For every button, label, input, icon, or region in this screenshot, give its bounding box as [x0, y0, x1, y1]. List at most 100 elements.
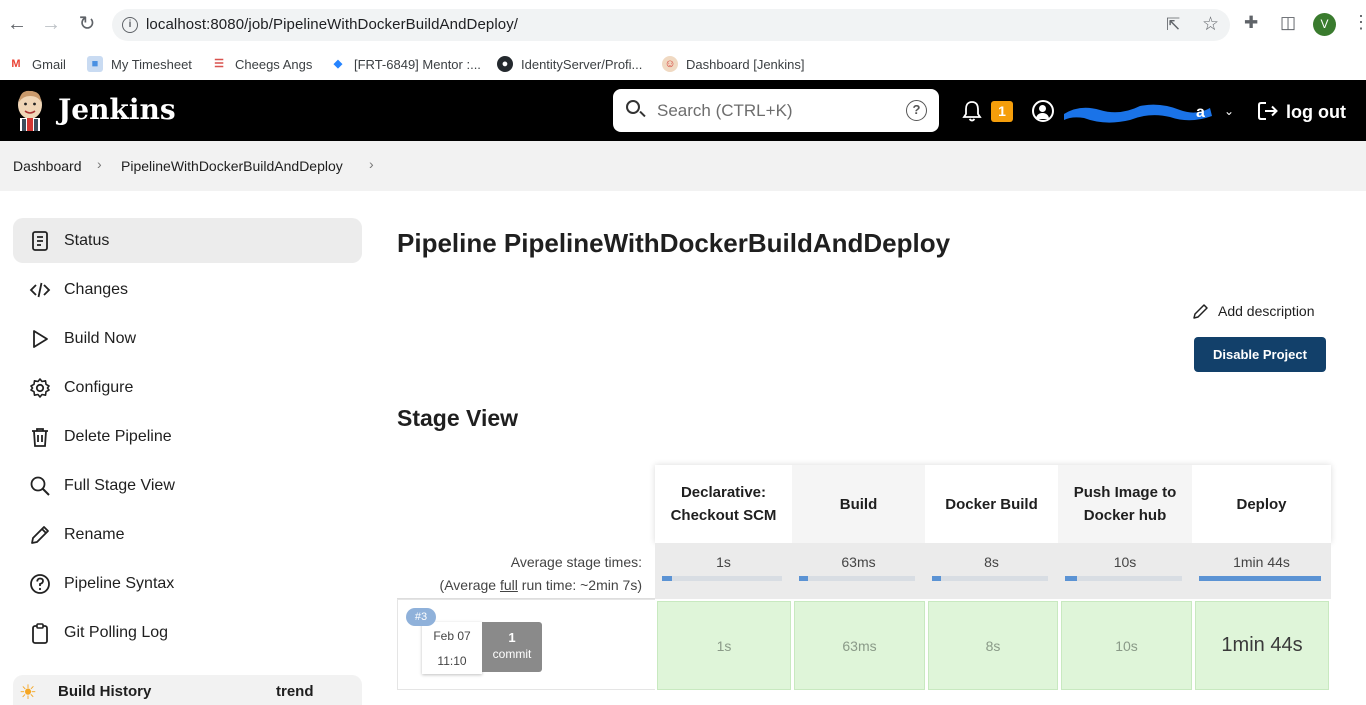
- bookmark-cheegs[interactable]: ☰ Cheegs Angs: [211, 53, 312, 75]
- back-icon[interactable]: ←: [6, 12, 28, 36]
- site-info-icon[interactable]: i: [122, 17, 138, 33]
- bookmark-github[interactable]: ● IdentityServer/Profi...: [497, 53, 642, 75]
- stage-result-cell[interactable]: 8s: [928, 601, 1058, 690]
- sidebar-item-label: Full Stage View: [64, 476, 175, 494]
- stage-average-bar: [662, 576, 782, 581]
- bookmark-star-icon[interactable]: ☆: [1202, 13, 1219, 36]
- avg-run-suffix: run time: ~2min 7s): [517, 577, 642, 593]
- bookmark-jenkins-dashboard[interactable]: ☺ Dashboard [Jenkins]: [662, 53, 805, 75]
- logout-icon[interactable]: [1257, 100, 1279, 122]
- sidebar-item-build-now[interactable]: Build Now: [13, 316, 362, 361]
- github-icon: ●: [497, 56, 513, 72]
- stage-header[interactable]: Push Image to Docker hub: [1058, 465, 1192, 543]
- sidebar-item-full-stage-view[interactable]: Full Stage View: [13, 463, 362, 508]
- search-help-icon[interactable]: ?: [906, 100, 927, 121]
- logout-link[interactable]: log out: [1286, 102, 1346, 123]
- build-date[interactable]: Feb 07 11:10: [422, 622, 482, 674]
- clipboard-icon: [28, 621, 52, 645]
- browser-menu-icon[interactable]: ⋮: [1352, 12, 1366, 33]
- sidebar-item-pipeline-syntax[interactable]: Pipeline Syntax: [13, 561, 362, 606]
- disable-project-button[interactable]: Disable Project: [1194, 337, 1326, 372]
- page-title: Pipeline PipelineWithDockerBuildAndDeplo…: [397, 228, 951, 258]
- jenkins-logo-icon[interactable]: [14, 88, 46, 132]
- sidebar-item-changes[interactable]: Changes: [13, 267, 362, 312]
- avg-run-prefix: (Average: [439, 577, 500, 593]
- stage-header[interactable]: Declarative: Checkout SCM: [655, 465, 792, 543]
- chevron-down-icon[interactable]: ⌄: [1224, 104, 1234, 118]
- bookmark-label: Dashboard [Jenkins]: [686, 56, 805, 72]
- bookmark-label: My Timesheet: [111, 56, 192, 72]
- search-icon: [28, 474, 52, 498]
- stage-result-cell[interactable]: 1min 44s: [1195, 601, 1329, 690]
- sidebar-item-status[interactable]: Status: [13, 218, 362, 263]
- gear-icon: [28, 376, 52, 400]
- share-icon[interactable]: ⇱: [1166, 15, 1180, 35]
- pencil-icon: [28, 523, 52, 547]
- stage-result-cell[interactable]: 10s: [1061, 601, 1192, 690]
- stage-average-bar-fill: [932, 576, 942, 581]
- stage-header[interactable]: Deploy: [1192, 465, 1331, 543]
- forward-icon[interactable]: →: [40, 12, 62, 36]
- user-avatar-icon[interactable]: [1032, 100, 1054, 122]
- bookmark-timesheet[interactable]: ■ My Timesheet: [87, 53, 192, 75]
- stage-average-cell: 10s: [1058, 543, 1192, 599]
- sun-icon: ☀: [19, 682, 37, 704]
- breadcrumb-dashboard[interactable]: Dashboard: [13, 158, 82, 174]
- stage-average-bar-fill: [1199, 576, 1321, 581]
- bell-icon[interactable]: [962, 100, 982, 122]
- stage-result-cell[interactable]: 63ms: [794, 601, 925, 690]
- search-input[interactable]: [657, 98, 897, 124]
- books-icon: ☰: [214, 58, 224, 70]
- bookmark-label: Cheegs Angs: [235, 56, 313, 72]
- bookmark-jira[interactable]: ◆ [FRT-6849] Mentor :...: [330, 53, 481, 75]
- side-panel-icon[interactable]: ◫: [1280, 13, 1296, 33]
- stage-average-value: 63ms: [841, 554, 876, 570]
- stage-result-cell[interactable]: 1s: [657, 601, 791, 690]
- stage-average-value: 1s: [716, 554, 731, 570]
- browser-toolbar: ← → ↻ i localhost:8080/job/PipelineWithD…: [0, 0, 1366, 48]
- stage-average-bar: [1199, 576, 1321, 581]
- stage-header[interactable]: Build: [792, 465, 925, 543]
- trash-icon: [28, 425, 52, 449]
- reload-icon[interactable]: ↻: [76, 12, 98, 36]
- sidebar-item-rename[interactable]: Rename: [13, 512, 362, 557]
- search-icon: [626, 100, 640, 114]
- address-bar[interactable]: i localhost:8080/job/PipelineWithDockerB…: [112, 9, 1230, 41]
- stage-average-value: 10s: [1113, 554, 1137, 570]
- add-description-link[interactable]: Add description: [1192, 302, 1315, 320]
- extensions-icon[interactable]: ✚: [1244, 13, 1258, 33]
- add-description-label: Add description: [1218, 303, 1315, 319]
- notification-badge[interactable]: 1: [991, 101, 1013, 122]
- stage-average-cell: 1min 44s: [1192, 543, 1331, 599]
- jenkins-header: Jenkins ? 1 a ⌄ log out: [0, 80, 1366, 141]
- build-date-time: 11:10: [437, 654, 467, 668]
- profile-avatar[interactable]: V: [1313, 13, 1336, 36]
- help-circle-icon: [28, 572, 52, 596]
- jenkins-icon: ☺: [662, 56, 678, 72]
- stage-average-bar: [799, 576, 915, 581]
- stage-header[interactable]: Docker Build: [925, 465, 1058, 543]
- sidebar-item-configure[interactable]: Configure: [13, 365, 362, 410]
- sidebar-item-label: Pipeline Syntax: [64, 574, 175, 592]
- bookmark-gmail[interactable]: M Gmail: [8, 53, 66, 75]
- breadcrumb-chevron-icon[interactable]: ›: [369, 156, 374, 172]
- user-name[interactable]: a: [1196, 104, 1205, 122]
- stage-average-cell: 1s: [655, 543, 792, 599]
- sidebar-item-label: Changes: [64, 280, 129, 298]
- stage-view-table: Declarative: Checkout SCM Build Docker B…: [397, 465, 1331, 692]
- sidebar-item-label: Configure: [64, 378, 134, 396]
- sidebar-item-git-polling-log[interactable]: Git Polling Log: [13, 610, 362, 655]
- stage-average-bar-fill: [799, 576, 809, 581]
- build-commits-box[interactable]: 1 commit: [482, 622, 542, 672]
- sidebar-item-label: Status: [64, 231, 110, 249]
- jira-icon: ◆: [333, 58, 343, 70]
- breadcrumb-job[interactable]: PipelineWithDockerBuildAndDeploy: [121, 158, 343, 174]
- bookmark-label: [FRT-6849] Mentor :...: [354, 56, 481, 72]
- search-box: ?: [613, 89, 939, 132]
- sidebar-item-delete-pipeline[interactable]: Delete Pipeline: [13, 414, 362, 459]
- build-number-badge[interactable]: #3: [406, 608, 436, 626]
- full-run-link[interactable]: full: [500, 577, 518, 593]
- url-text[interactable]: localhost:8080/job/PipelineWithDockerBui…: [146, 16, 518, 33]
- stage-average-bar: [1065, 576, 1182, 581]
- jenkins-title[interactable]: Jenkins: [58, 93, 176, 126]
